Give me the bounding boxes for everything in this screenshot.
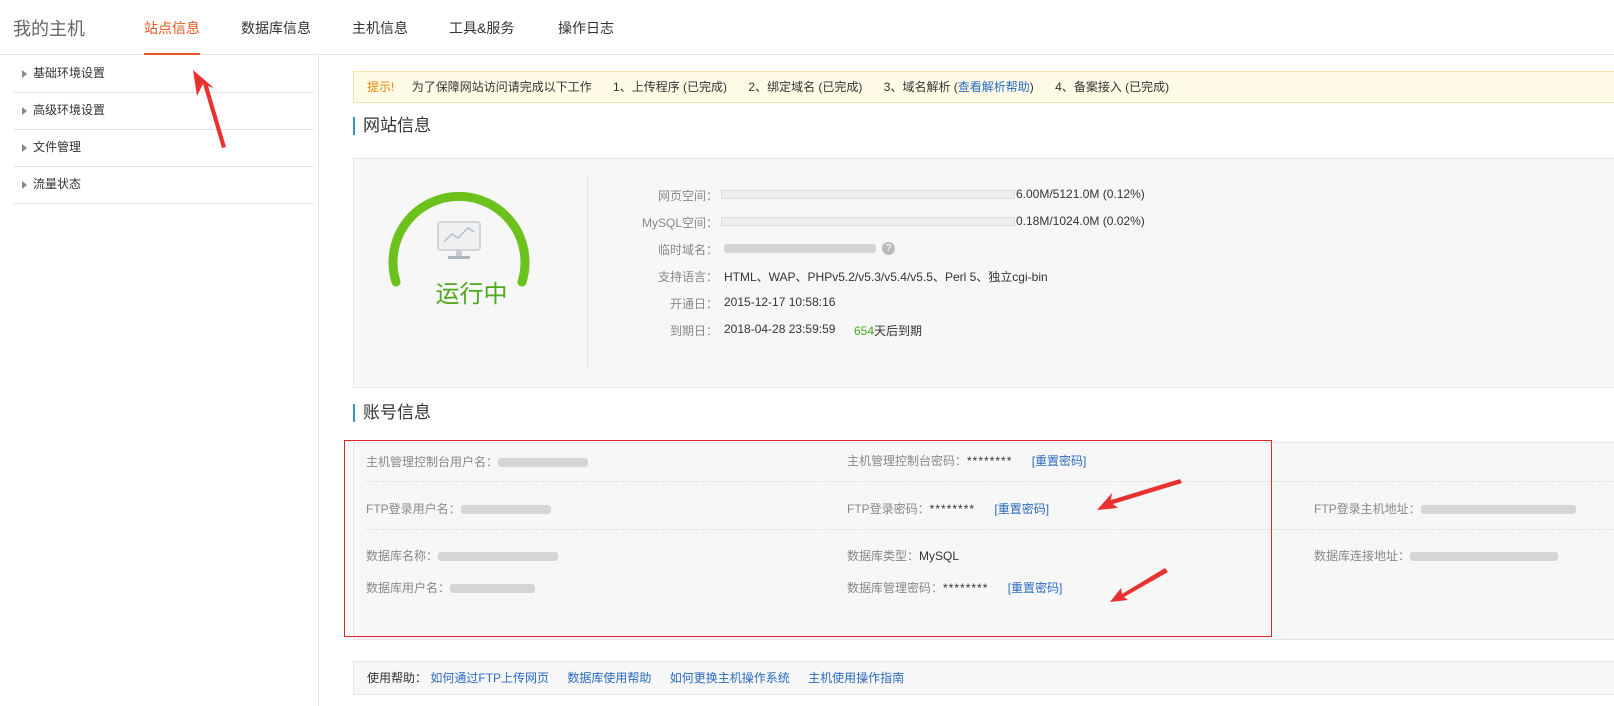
top-nav-bar: 我的主机 站点信息 数据库信息 主机信息 工具&服务 操作日志 (0, 0, 1614, 55)
running-status: 运行中 (435, 281, 508, 308)
mysql-space-label: MySQL空间： (641, 216, 718, 230)
notice-hint: 提示! (367, 80, 395, 94)
highlight-box (344, 440, 1272, 637)
notice-step-dns: 3、域名解析 (查看解析帮助) (883, 80, 1034, 94)
sidebar-item-basic-env[interactable]: 基础环境设置 (14, 55, 314, 93)
open-date-value: 2015-12-17 10:58:16 (724, 295, 836, 309)
sidebar-item-advanced-env[interactable]: 高级环境设置 (14, 92, 314, 130)
notice-step-bind-domain: 2、绑定域名 (已完成) (748, 80, 863, 94)
expire-date-value: 2018-04-28 23:59:59 (724, 322, 836, 336)
expire-date-label: 到期日： (669, 324, 718, 338)
blurred-temp-domain (724, 244, 876, 254)
notice-bar: 提示! 为了保障网站访问请完成以下工作 1、上传程序 (已完成) 2、绑定域名 … (353, 71, 1614, 103)
web-space-bar (721, 190, 1015, 199)
web-space-value: 6.00M/5121.0M (0.12%) (1016, 187, 1145, 201)
temp-domain-label: 临时域名： (657, 243, 718, 257)
tab-operation-log[interactable]: 操作日志 (558, 18, 614, 53)
notice-text: 为了保障网站访问请完成以下工作 (411, 80, 592, 94)
sidebar-item-traffic-status[interactable]: 流量状态 (14, 166, 314, 204)
help-label: 使用帮助： (367, 671, 428, 685)
language-label: 支持语言： (657, 270, 718, 284)
monitor-chart-icon (437, 221, 481, 259)
ftp-host-cell: FTP登录主机地址： (1314, 500, 1576, 517)
blurred-ftp-host (1420, 505, 1576, 515)
tab-database-info[interactable]: 数据库信息 (241, 18, 311, 53)
caret-right-icon (22, 180, 27, 189)
help-link-database[interactable]: 数据库使用帮助 (567, 671, 651, 685)
tab-site-info[interactable]: 站点信息 (144, 18, 200, 55)
site-status-card: 运行中 网页空间： 6.00M/5121.0M (0.12%) MySQL空间：… (353, 158, 1614, 388)
caret-right-icon (22, 106, 27, 115)
db-host-cell: 数据库连接地址： (1314, 547, 1559, 564)
help-bar: 使用帮助： 如何通过FTP上传网页 数据库使用帮助 如何更换主机操作系统 主机使… (353, 661, 1614, 695)
notice-step-icp: 4、备案接入 (已完成) (1055, 80, 1170, 94)
web-space-label: 网页空间： (657, 189, 718, 203)
mysql-space-bar (721, 217, 1015, 226)
help-link-change-os[interactable]: 如何更换主机操作系统 (670, 671, 790, 685)
tab-host-info[interactable]: 主机信息 (352, 18, 408, 53)
sidebar-item-label: 文件管理 (33, 140, 82, 154)
caret-right-icon (22, 143, 27, 152)
dns-help-link[interactable]: 查看解析帮助 (958, 80, 1030, 94)
language-value: HTML、WAP、PHPv5.2/v5.3/v5.4/v5.5、Perl 5、独… (724, 270, 1048, 284)
blurred-db-host (1410, 552, 1559, 562)
help-link-ftp-upload[interactable]: 如何通过FTP上传网页 (430, 671, 549, 685)
open-date-label: 开通日： (669, 297, 718, 311)
sidebar-item-file-manager[interactable]: 文件管理 (14, 129, 314, 167)
help-link-host-guide[interactable]: 主机使用操作指南 (808, 671, 904, 685)
sidebar: 基础环境设置 高级环境设置 文件管理 流量状态 (0, 55, 319, 706)
mysql-space-value: 0.18M/1024.0M (0.02%) (1016, 214, 1145, 228)
brand-title: 我的主机 (13, 19, 85, 39)
account-info-title: 账号信息 (353, 404, 431, 422)
notice-step-upload: 1、上传程序 (已完成) (613, 80, 728, 94)
sidebar-item-label: 流量状态 (33, 177, 82, 191)
card-divider (587, 174, 588, 369)
help-question-icon[interactable]: ? (882, 242, 895, 256)
days-left: 654天后到期 (854, 324, 923, 338)
sidebar-item-label: 基础环境设置 (33, 66, 106, 80)
tab-tools-services[interactable]: 工具&服务 (449, 18, 514, 53)
site-info-title: 网站信息 (353, 117, 431, 135)
sidebar-item-label: 高级环境设置 (33, 103, 106, 117)
caret-right-icon (22, 69, 27, 78)
